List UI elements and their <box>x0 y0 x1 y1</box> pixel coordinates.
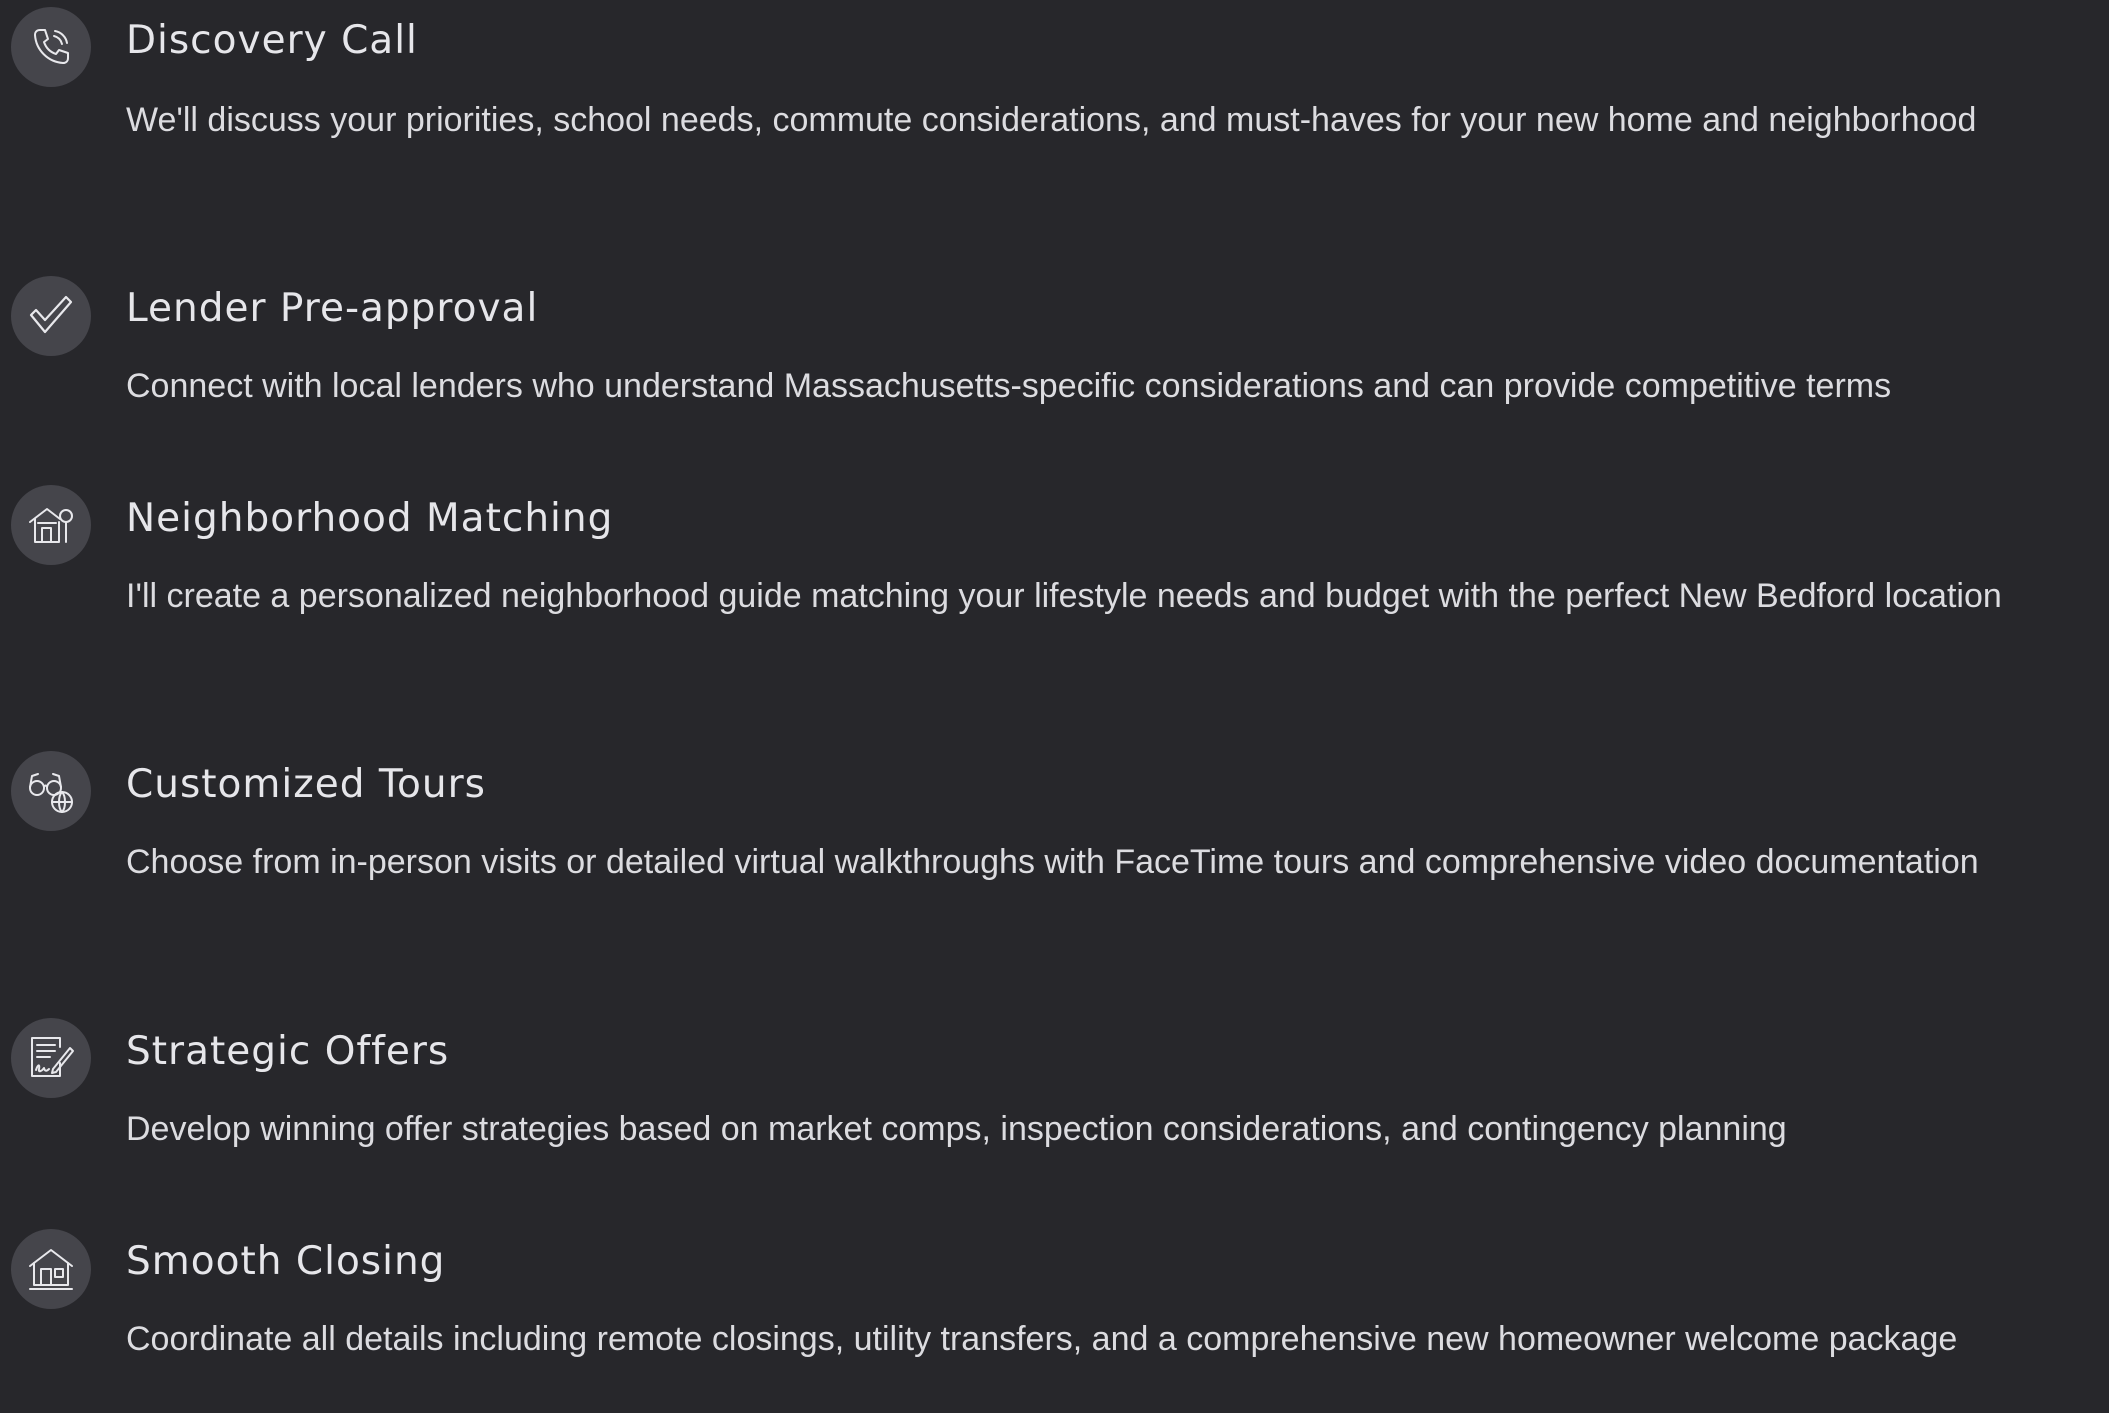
step-title: Smooth Closing <box>126 1239 446 1284</box>
house-icon <box>29 1249 73 1290</box>
step-title: Customized Tours <box>126 762 486 807</box>
phone-icon <box>34 29 69 64</box>
step-description: Coordinate all details including remote … <box>126 1320 1958 1358</box>
glasses-globe-icon <box>29 773 73 813</box>
contract-signature-icon-badge <box>11 1018 91 1098</box>
process-steps-list: Discovery Call We'll discuss your priori… <box>0 0 2109 1413</box>
step-description: I'll create a personalized neighborhood … <box>126 577 2002 615</box>
step-description: We'll discuss your priorities, school ne… <box>126 101 1977 139</box>
step-title: Strategic Offers <box>126 1029 450 1074</box>
house-tree-icon <box>29 508 73 543</box>
step-description: Connect with local lenders who understan… <box>126 367 1892 405</box>
step-title: Lender Pre-approval <box>126 286 539 331</box>
checkmark-icon-badge <box>11 276 91 356</box>
phone-icon-badge <box>11 7 91 87</box>
step-description: Develop winning offer strategies based o… <box>126 1110 1787 1148</box>
step-title: Discovery Call <box>126 18 418 63</box>
checkmark-icon <box>29 295 73 334</box>
step-title: Neighborhood Matching <box>126 496 614 541</box>
glasses-globe-icon-badge <box>11 751 91 831</box>
house-tree-icon-badge <box>11 485 91 565</box>
contract-signature-icon <box>31 1037 74 1077</box>
step-description: Choose from in-person visits or detailed… <box>126 843 1979 881</box>
house-icon-badge <box>11 1229 91 1309</box>
